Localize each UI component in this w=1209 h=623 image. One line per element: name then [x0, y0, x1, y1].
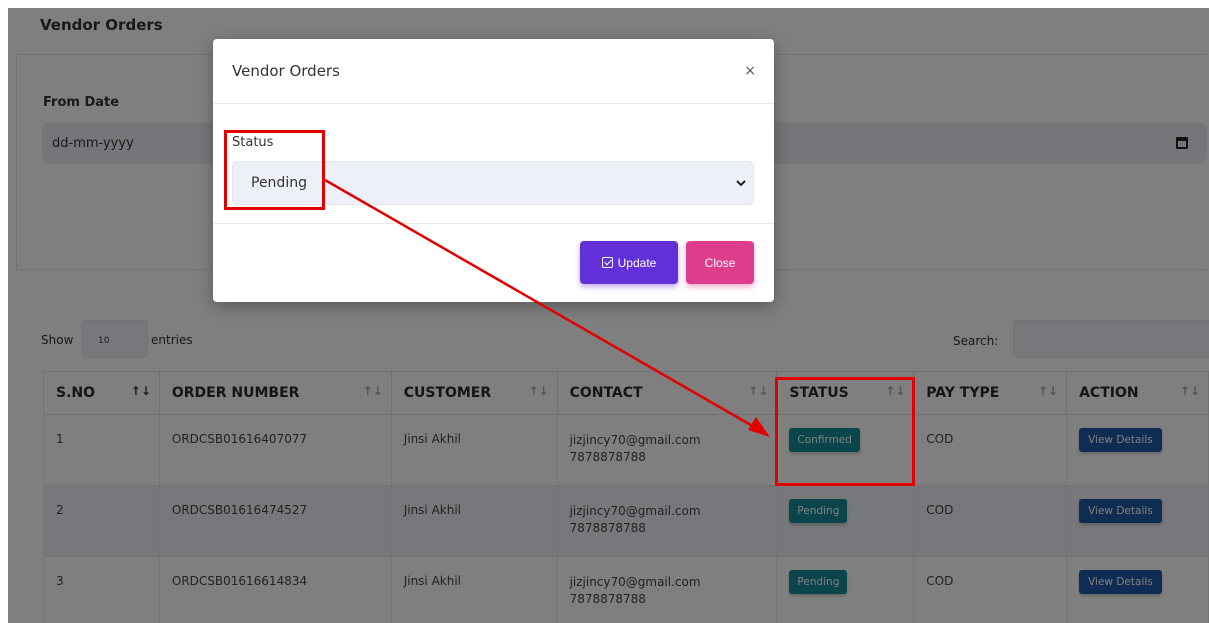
screenshot-margin-left — [0, 0, 8, 623]
update-button-label: Update — [617, 255, 657, 270]
close-button[interactable]: Close — [686, 241, 754, 284]
annotation-box-status-select — [224, 130, 325, 210]
screenshot-margin-top — [0, 0, 1209, 8]
update-button[interactable]: Update — [580, 241, 678, 284]
modal-divider — [213, 103, 774, 104]
check-square-icon — [601, 257, 613, 268]
modal-title: Vendor Orders — [232, 62, 340, 80]
annotation-box-status-column — [775, 377, 915, 486]
close-icon[interactable]: × — [744, 63, 756, 79]
chevron-down-icon — [736, 180, 746, 187]
modal-footer-divider — [213, 223, 774, 224]
